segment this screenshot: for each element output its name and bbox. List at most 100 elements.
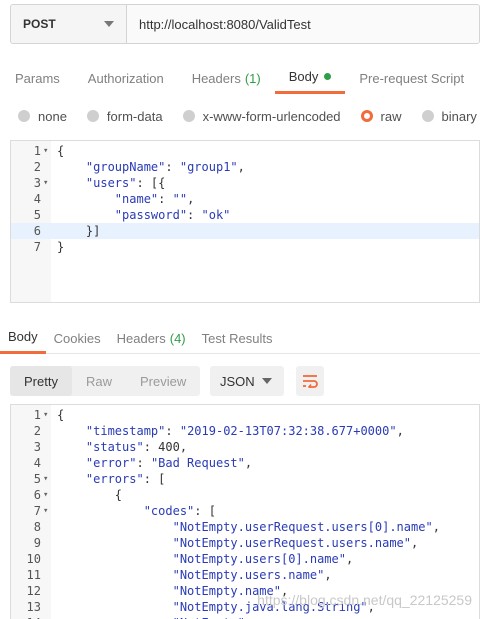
code-text: "NotEmpty.users.name", — [172, 568, 332, 582]
line-number: 12 — [26, 584, 41, 598]
radio-label: form-data — [106, 108, 163, 124]
code-text: "errors": [ — [85, 472, 166, 486]
radio-selected-icon — [360, 110, 373, 122]
tab-test-results[interactable]: Test Results — [194, 322, 281, 354]
code-line: 10 "NotEmpty.users[0].name", — [11, 551, 479, 567]
tab-label: Test Results — [201, 330, 273, 346]
code-line: 1 ▾ { — [11, 143, 479, 159]
tab-label: Pre-request Script — [359, 70, 465, 86]
tab-params[interactable]: Params — [0, 62, 74, 94]
code-text: { — [57, 488, 123, 502]
method-select[interactable]: POST — [11, 5, 127, 43]
code-line: 7} — [11, 239, 479, 255]
code-line: 5 "password": "ok" — [11, 207, 479, 223]
line-number: 3 — [33, 176, 41, 190]
code-text: "password": "ok" — [114, 208, 231, 222]
fold-toggle-icon[interactable]: ▾ — [43, 471, 51, 487]
view-mode-segmented: Pretty Raw Preview — [10, 366, 200, 396]
body-type-radios: none form-data x-www-form-urlencoded raw… — [18, 106, 480, 126]
view-raw-button[interactable]: Raw — [72, 366, 126, 396]
code-line: 9 "NotEmpty.userRequest.users.name", — [11, 535, 479, 551]
line-number: 5 — [33, 208, 41, 222]
code-line: 3 "status": 400, — [11, 439, 479, 455]
line-number: 2 — [33, 424, 41, 438]
line-number: 9 — [33, 536, 41, 550]
format-label: JSON — [220, 373, 255, 389]
radio-none[interactable]: none — [18, 109, 67, 124]
radio-urlencoded[interactable]: x-www-form-urlencoded — [182, 108, 341, 124]
line-number: 1 — [33, 144, 41, 158]
tab-headers[interactable]: Headers (1) — [178, 62, 275, 94]
line-number: 8 — [33, 520, 41, 534]
code-line: 2 "timestamp": "2019-02-13T07:32:38.677+… — [11, 423, 479, 439]
code-text: { — [57, 408, 65, 422]
radio-form-data[interactable]: form-data — [86, 108, 163, 124]
code-line: 14 "NotEmpty" — [11, 615, 479, 619]
request-bar: POST http://localhost:8080/ValidTest — [10, 4, 480, 44]
code-text: "users": [{ — [85, 176, 166, 190]
code-text: "NotEmpty.name", — [172, 584, 289, 598]
radio-icon — [86, 110, 99, 122]
code-line: 6 ▾ { — [11, 487, 479, 503]
fold-toggle-icon[interactable]: ▾ — [43, 143, 51, 159]
code-line: 3 ▾ "users": [{ — [11, 175, 479, 191]
fold-toggle-icon[interactable]: ▾ — [43, 407, 51, 423]
method-label: POST — [23, 17, 56, 31]
radio-label: x-www-form-urlencoded — [202, 108, 341, 124]
radio-label: binary — [441, 108, 477, 124]
code-text: { — [57, 144, 65, 158]
line-number: 1 — [33, 408, 41, 422]
radio-label: none — [38, 108, 67, 124]
line-number: 7 — [33, 504, 41, 518]
fold-toggle-icon[interactable]: ▾ — [43, 503, 51, 519]
code-line: 1 ▾ { — [11, 407, 479, 423]
fold-toggle-icon[interactable]: ▾ — [43, 487, 51, 503]
code-line: 8 "NotEmpty.userRequest.users[0].name", — [11, 519, 479, 535]
request-body-editor[interactable]: 1 ▾{2 "groupName": "group1", 3 ▾ "users": [… — [10, 140, 480, 303]
request-tabs: Params Authorization Headers (1) Body Pre… — [0, 62, 480, 96]
line-number: 3 — [33, 440, 41, 454]
line-number: 6 — [33, 488, 41, 502]
line-number: 5 — [33, 472, 41, 486]
tab-label: Body — [8, 329, 38, 344]
code-text: "NotEmpty.userRequest.users.name", — [172, 536, 419, 550]
headers-count-badge: (1) — [244, 70, 261, 86]
tab-cookies[interactable]: Cookies — [46, 322, 109, 354]
code-text: "NotEmpty" — [57, 615, 245, 619]
wrap-lines-icon — [303, 375, 318, 388]
tab-label: Cookies — [53, 330, 101, 346]
code-line: 4 "error": "Bad Request", — [11, 455, 479, 471]
view-preview-button[interactable]: Preview — [126, 366, 200, 396]
tab-label: Params — [15, 70, 60, 86]
tab-body[interactable]: Body — [274, 62, 346, 94]
radio-raw[interactable]: raw — [360, 109, 402, 124]
status-dot-icon — [324, 73, 332, 80]
tab-authorization[interactable]: Authorization — [74, 62, 178, 94]
line-number: 4 — [33, 456, 41, 470]
code-text: "codes": [ — [143, 504, 216, 518]
response-toolbar: Pretty Raw Preview JSON — [10, 366, 324, 396]
chevron-down-icon — [262, 378, 272, 384]
tab-response-body[interactable]: Body — [0, 322, 46, 354]
tab-response-headers[interactable]: Headers (4) — [109, 322, 194, 354]
radio-icon — [18, 110, 30, 122]
fold-toggle-icon[interactable]: ▾ — [43, 175, 51, 191]
line-number: 14 — [11, 615, 41, 619]
wrap-lines-button[interactable] — [296, 366, 324, 396]
code-text: "error": "Bad Request", — [85, 456, 253, 470]
tab-label: Headers — [116, 330, 166, 346]
view-pretty-button[interactable]: Pretty — [10, 366, 72, 396]
line-number: 7 — [33, 240, 41, 254]
radio-binary[interactable]: binary — [421, 108, 477, 124]
tab-label: Authorization — [87, 70, 164, 86]
code-text: }] — [57, 224, 101, 238]
format-select[interactable]: JSON — [210, 366, 284, 396]
code-text: } — [57, 240, 65, 254]
radio-icon — [421, 110, 434, 122]
line-number: 11 — [26, 568, 41, 582]
response-body-viewer[interactable]: 1 ▾{2 "timestamp": "2019-02-13T07:32:38.6… — [10, 404, 480, 619]
code-text: "NotEmpty.userRequest.users[0].name", — [172, 520, 440, 534]
tab-label: Body — [288, 69, 319, 84]
url-input[interactable]: http://localhost:8080/ValidTest — [127, 5, 479, 43]
tab-pre-request-script[interactable]: Pre-request Script — [345, 62, 478, 94]
